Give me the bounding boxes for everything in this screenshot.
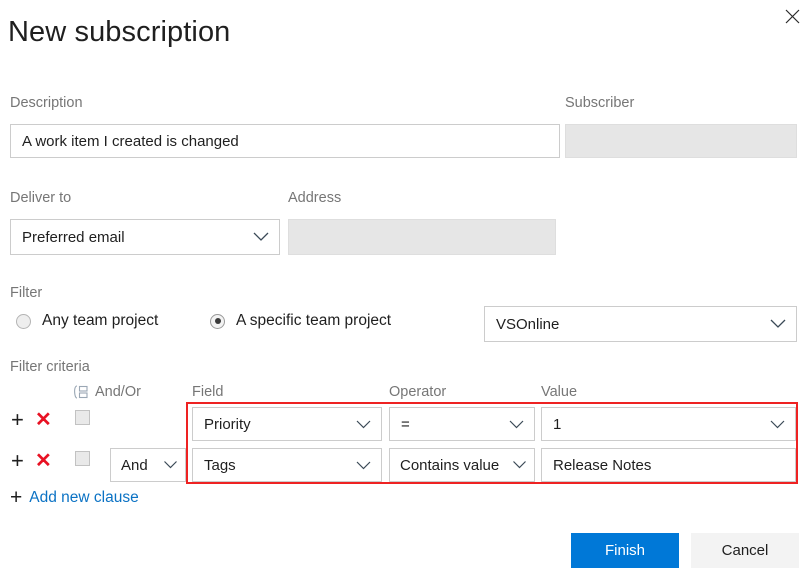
value-value-row-1: 1: [553, 415, 562, 433]
chevron-down-icon: [356, 420, 371, 428]
add-new-clause-link[interactable]: + Add new clause: [10, 487, 139, 508]
radio-specific-team-project[interactable]: A specific team project: [210, 312, 391, 330]
add-row-button[interactable]: +: [11, 409, 24, 431]
chevron-down-icon: [770, 319, 786, 328]
remove-row-button[interactable]: ✕: [35, 451, 52, 471]
add-new-clause-label: Add new clause: [29, 488, 139, 506]
cancel-button[interactable]: Cancel: [691, 533, 799, 568]
group-clause-icon[interactable]: [73, 385, 89, 399]
chevron-down-icon: [509, 420, 524, 428]
deliver-to-value: Preferred email: [22, 228, 125, 246]
field-select-row-1[interactable]: Priority: [192, 407, 382, 441]
filter-criteria-label: Filter criteria: [10, 359, 90, 375]
subscriber-label: Subscriber: [565, 95, 635, 111]
operator-value-row-1: =: [401, 415, 410, 433]
field-value-row-2: Tags: [204, 456, 236, 474]
row-checkbox[interactable]: [75, 410, 90, 425]
plus-icon: +: [10, 486, 23, 509]
new-subscription-dialog: New subscription Description A work item…: [0, 0, 812, 578]
remove-row-button[interactable]: ✕: [35, 410, 52, 430]
page-title: New subscription: [8, 16, 231, 48]
column-header-operator: Operator: [389, 384, 447, 400]
value-select-row-1[interactable]: 1: [541, 407, 796, 441]
chevron-down-icon: [770, 420, 785, 428]
operator-select-row-2[interactable]: Contains value: [389, 448, 535, 482]
operator-select-row-1[interactable]: =: [389, 407, 535, 441]
radio-specific-team-project-indicator: [210, 313, 225, 329]
close-icon[interactable]: [778, 2, 806, 30]
deliver-to-select[interactable]: Preferred email: [10, 219, 280, 255]
chevron-down-icon: [164, 461, 177, 469]
and-or-select-row-2[interactable]: And: [110, 448, 186, 482]
address-input[interactable]: [288, 219, 556, 255]
team-project-value: VSOnline: [496, 315, 560, 333]
radio-any-team-project-indicator: [16, 313, 31, 329]
value-input-row-2[interactable]: Release Notes: [541, 448, 796, 482]
chevron-down-icon: [253, 232, 269, 241]
address-label: Address: [288, 190, 342, 206]
column-header-and-or: And/Or: [95, 384, 141, 400]
radio-specific-team-project-label: A specific team project: [236, 312, 392, 329]
finish-button[interactable]: Finish: [571, 533, 679, 568]
description-input[interactable]: A work item I created is changed: [10, 124, 560, 158]
operator-value-row-2: Contains value: [400, 456, 500, 474]
add-row-button[interactable]: +: [11, 450, 24, 472]
filter-label: Filter: [10, 285, 43, 301]
subscriber-input[interactable]: [565, 124, 797, 158]
radio-any-team-project-label: Any team project: [42, 312, 159, 329]
description-label: Description: [10, 95, 83, 111]
field-select-row-2[interactable]: Tags: [192, 448, 382, 482]
radio-any-team-project[interactable]: Any team project: [16, 312, 158, 330]
row-checkbox[interactable]: [75, 451, 90, 466]
column-header-field: Field: [192, 384, 224, 400]
column-header-value: Value: [541, 384, 578, 400]
field-value-row-1: Priority: [204, 415, 251, 433]
team-project-select[interactable]: VSOnline: [484, 306, 797, 342]
deliver-to-label: Deliver to: [10, 190, 72, 206]
and-or-value-row-2: And: [121, 456, 148, 474]
chevron-down-icon: [356, 461, 371, 469]
chevron-down-icon: [513, 461, 526, 469]
